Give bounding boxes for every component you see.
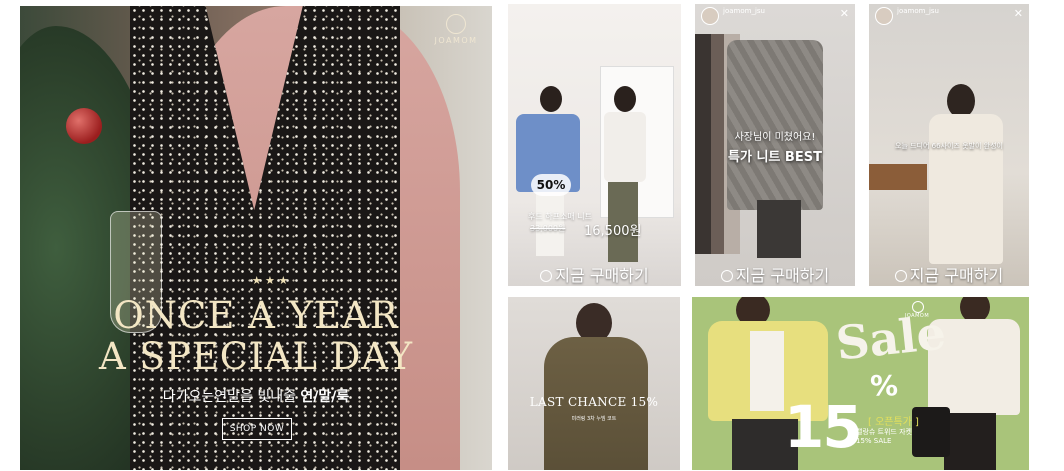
story-card-2[interactable]: joamom_jsu ✕ 사장님이 미쳤어요! 특가 니트 BEST 지금 구매… [695, 4, 855, 286]
link-icon [540, 270, 553, 282]
story-caption-line2: 특가 니트 BEST [728, 150, 822, 165]
banner-headline: LAST CHANCE 15% [529, 395, 659, 409]
avatar [701, 7, 719, 25]
story-card-3[interactable]: joamom_jsu ✕ 오늘 드디어 66사이즈 옷발이 완성이 지금 구매하… [869, 4, 1029, 286]
buy-now-label: 지금 구매하기 [735, 266, 830, 285]
sale-number: 15 [784, 393, 863, 461]
knit-sweater-graphic [727, 40, 823, 210]
buy-now-label: 지금 구매하기 [555, 266, 649, 285]
link-icon [720, 270, 733, 282]
brand-logo-icon [446, 14, 466, 34]
story-caption: 오늘 드디어 66사이즈 옷발이 완성이 [895, 142, 1003, 150]
model-cream-knit [929, 114, 1003, 264]
sale-banner[interactable]: JOAMOM Sale % 15 [ 오픈특가 ] 캘랑슈 트위드 자켓 15%… [692, 297, 1029, 470]
hero-subtitle-text: 다가오는연말을 빛내줄 [162, 389, 301, 405]
hanging-pants-graphic [757, 200, 801, 258]
hero-subtitle-highlight: 연/말/룩 [300, 389, 350, 405]
model-head [947, 84, 975, 118]
sale-tag: [ 오픈특가 ] [868, 417, 919, 428]
ornament-icon [66, 108, 102, 144]
avatar [875, 7, 893, 25]
hero-headline-line1: ONCE A YEAR [113, 294, 399, 337]
buy-now-link[interactable]: 지금 구매하기 [695, 262, 855, 286]
white-tee-graphic [750, 331, 784, 411]
hero-headline-line2: A SPECIAL DAY [98, 335, 414, 378]
story-header: joamom_jsu [875, 7, 939, 25]
story-caption-line1: 사장님이 미쳤어요! [734, 132, 816, 143]
product-name: 후드 하프소매 니트 [528, 212, 592, 221]
shop-now-button[interactable]: SHOP NOW [222, 418, 292, 440]
model-white-top [604, 112, 646, 182]
new-price: 16,500원 [584, 224, 642, 239]
buy-now-link[interactable]: 지금 구매하기 [869, 262, 1029, 286]
brand-logo-text: JOAMOM [434, 36, 478, 45]
old-price: 33,000원 [530, 224, 566, 233]
sale-line2: 15% SALE [856, 437, 892, 445]
last-chance-banner[interactable]: LAST CHANCE 15% 미러링 3차 누빔 코트 [508, 297, 680, 470]
buy-now-link[interactable]: 지금 구매하기 [508, 262, 681, 286]
model-head-left [540, 86, 562, 112]
story-account: joamom_jsu [723, 7, 765, 15]
close-icon[interactable]: ✕ [1014, 7, 1023, 20]
model-head-right [614, 86, 636, 112]
discount-badge: 50% [531, 174, 571, 196]
story-account: joamom_jsu [897, 7, 939, 15]
percent-sign: % [870, 369, 899, 402]
sale-word: Sale [833, 305, 949, 371]
black-pants-graphic [944, 413, 996, 470]
buy-now-label: 지금 구매하기 [909, 266, 1004, 285]
hero-subtitle: 다가오는연말을 빛내줄 연/말/룩 [20, 386, 492, 406]
sale-line1: 캘랑슈 트위드 자켓 [856, 428, 912, 436]
story-card-1[interactable]: 50% 후드 하프소매 니트 33,000원 16,500원 지금 구매하기 [508, 4, 681, 286]
banner-subtext: 미러링 3차 누빔 코트 [571, 416, 617, 422]
table-graphic [869, 164, 927, 190]
story-header: joamom_jsu [701, 7, 765, 25]
link-icon [894, 270, 907, 282]
star-decoration: ★ ★ ★ [251, 274, 289, 287]
close-icon[interactable]: ✕ [840, 7, 849, 20]
hero-banner[interactable]: JOAMOM ★ ★ ★ ONCE A YEAR A SPECIAL DAY 다… [20, 6, 492, 470]
